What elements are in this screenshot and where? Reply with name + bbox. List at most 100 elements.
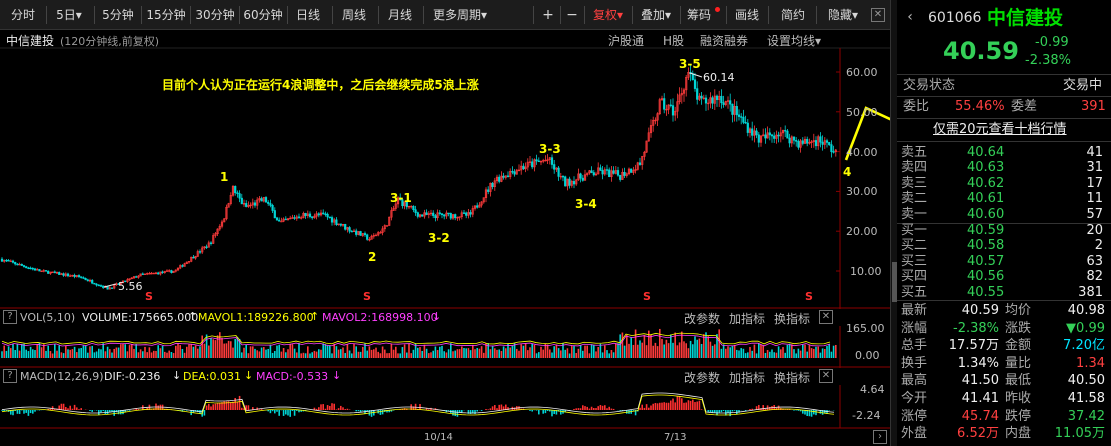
candle	[348, 227, 351, 232]
candle	[91, 279, 94, 284]
candle	[770, 134, 774, 137]
macd-edit-params[interactable]: 改参数	[684, 369, 720, 386]
candle	[82, 277, 85, 279]
stat-value: 41.58	[1067, 391, 1105, 406]
candle	[434, 215, 437, 219]
close-icon[interactable]: ✕	[819, 369, 833, 383]
vol-edit-params[interactable]: 改参数	[684, 310, 720, 327]
volume-bar	[381, 346, 384, 358]
volume-bar	[289, 343, 291, 358]
bid-volume: 381	[1078, 284, 1103, 300]
volume-bar	[359, 351, 362, 358]
volume-bar	[16, 343, 19, 358]
volume-bar	[214, 340, 217, 358]
stat-value: ▼0.99	[1066, 320, 1105, 336]
chevron-left-icon[interactable]: ‹	[903, 10, 917, 25]
candle	[447, 212, 450, 215]
candle	[304, 213, 307, 216]
volume-bar	[727, 346, 729, 358]
candle	[592, 172, 595, 176]
volume-bar	[128, 345, 131, 358]
candle	[77, 275, 81, 277]
volume-bar	[40, 347, 43, 358]
volume-bar	[45, 350, 47, 358]
volume-bar	[115, 347, 118, 358]
volume-bar	[276, 345, 278, 358]
volume-bar	[71, 349, 74, 358]
volume-bar	[476, 347, 478, 358]
ask-price[interactable]: 40.60	[967, 206, 1004, 224]
candle	[421, 214, 424, 217]
close-icon[interactable]: ✕	[819, 310, 833, 324]
volume-bar	[670, 334, 672, 358]
volume-bar	[137, 352, 140, 358]
volume-bar	[293, 348, 296, 358]
volume-bar	[232, 347, 234, 358]
help-icon[interactable]: ?	[3, 310, 17, 324]
quote-panel: ‹ 601066 中信建投 40.59 -0.99 -2.38% 交易状态 交易…	[897, 0, 1111, 446]
volume-bar	[582, 350, 584, 358]
volume-bar	[755, 353, 758, 358]
volume-bar	[186, 346, 188, 358]
candle	[669, 104, 672, 107]
candle	[735, 106, 738, 116]
volume-bar	[285, 352, 287, 358]
volume-bar	[615, 343, 617, 358]
volume-bar	[36, 344, 38, 358]
volume-bar	[467, 348, 470, 358]
volume-bar	[513, 343, 516, 358]
chevron-right-icon[interactable]: ›	[873, 430, 887, 444]
volume-bar	[304, 353, 307, 358]
volume-bar	[245, 344, 247, 358]
volume-bar	[742, 348, 745, 358]
volume-bar	[663, 344, 665, 358]
s-marker: S	[363, 290, 371, 303]
candle	[344, 223, 347, 230]
volume-bar	[826, 345, 828, 358]
vertical-scrollbar[interactable]	[890, 0, 897, 446]
volume-bar	[586, 345, 588, 358]
vol-add-indicator[interactable]: 加指标	[729, 310, 765, 327]
volume-bar	[353, 343, 355, 358]
candle	[330, 217, 334, 223]
volume-bar	[524, 343, 527, 358]
candle	[324, 213, 327, 215]
stat-label: 最低	[1005, 373, 1032, 389]
volume-bar	[133, 348, 135, 358]
help-icon[interactable]: ?	[3, 369, 17, 383]
candle	[498, 176, 501, 182]
candle	[264, 197, 268, 203]
volume-bar	[311, 352, 313, 358]
volume-bar	[331, 353, 333, 358]
macd-switch-indicator[interactable]: 换指标	[774, 369, 810, 386]
bid-price[interactable]: 40.55	[967, 284, 1004, 302]
volume-bar	[300, 353, 302, 358]
candle	[0, 258, 4, 262]
volume-bar	[60, 352, 63, 358]
volume-bar	[456, 349, 459, 358]
wave-label-1: 1	[220, 170, 229, 184]
level10-quote-link[interactable]: 仅需20元查看十档行情	[933, 121, 1067, 139]
volume-bar	[751, 350, 753, 358]
volume-bar	[117, 347, 120, 358]
volume-bar	[307, 346, 309, 358]
macd-add-indicator[interactable]: 加指标	[729, 369, 765, 386]
candle	[777, 134, 780, 137]
candle	[31, 268, 34, 270]
bid-label: 买五	[901, 284, 928, 300]
wave-label-3-3: 3-3	[539, 142, 561, 156]
vol-switch-indicator[interactable]: 换指标	[774, 310, 810, 327]
candle	[267, 201, 270, 204]
stat-value: 40.98	[1067, 303, 1105, 318]
volume-bar	[170, 352, 173, 358]
volume-bar	[597, 347, 599, 358]
arrow-down-icon: ↓	[332, 369, 342, 382]
volume-bar	[780, 349, 782, 358]
volume-bar	[498, 349, 500, 358]
volume-bar	[729, 347, 731, 358]
candle	[284, 218, 287, 221]
volume-bar	[553, 346, 555, 358]
price-change-pct: -2.38%	[1025, 53, 1071, 68]
volume-bar	[630, 337, 632, 358]
volume-bar	[784, 352, 786, 358]
